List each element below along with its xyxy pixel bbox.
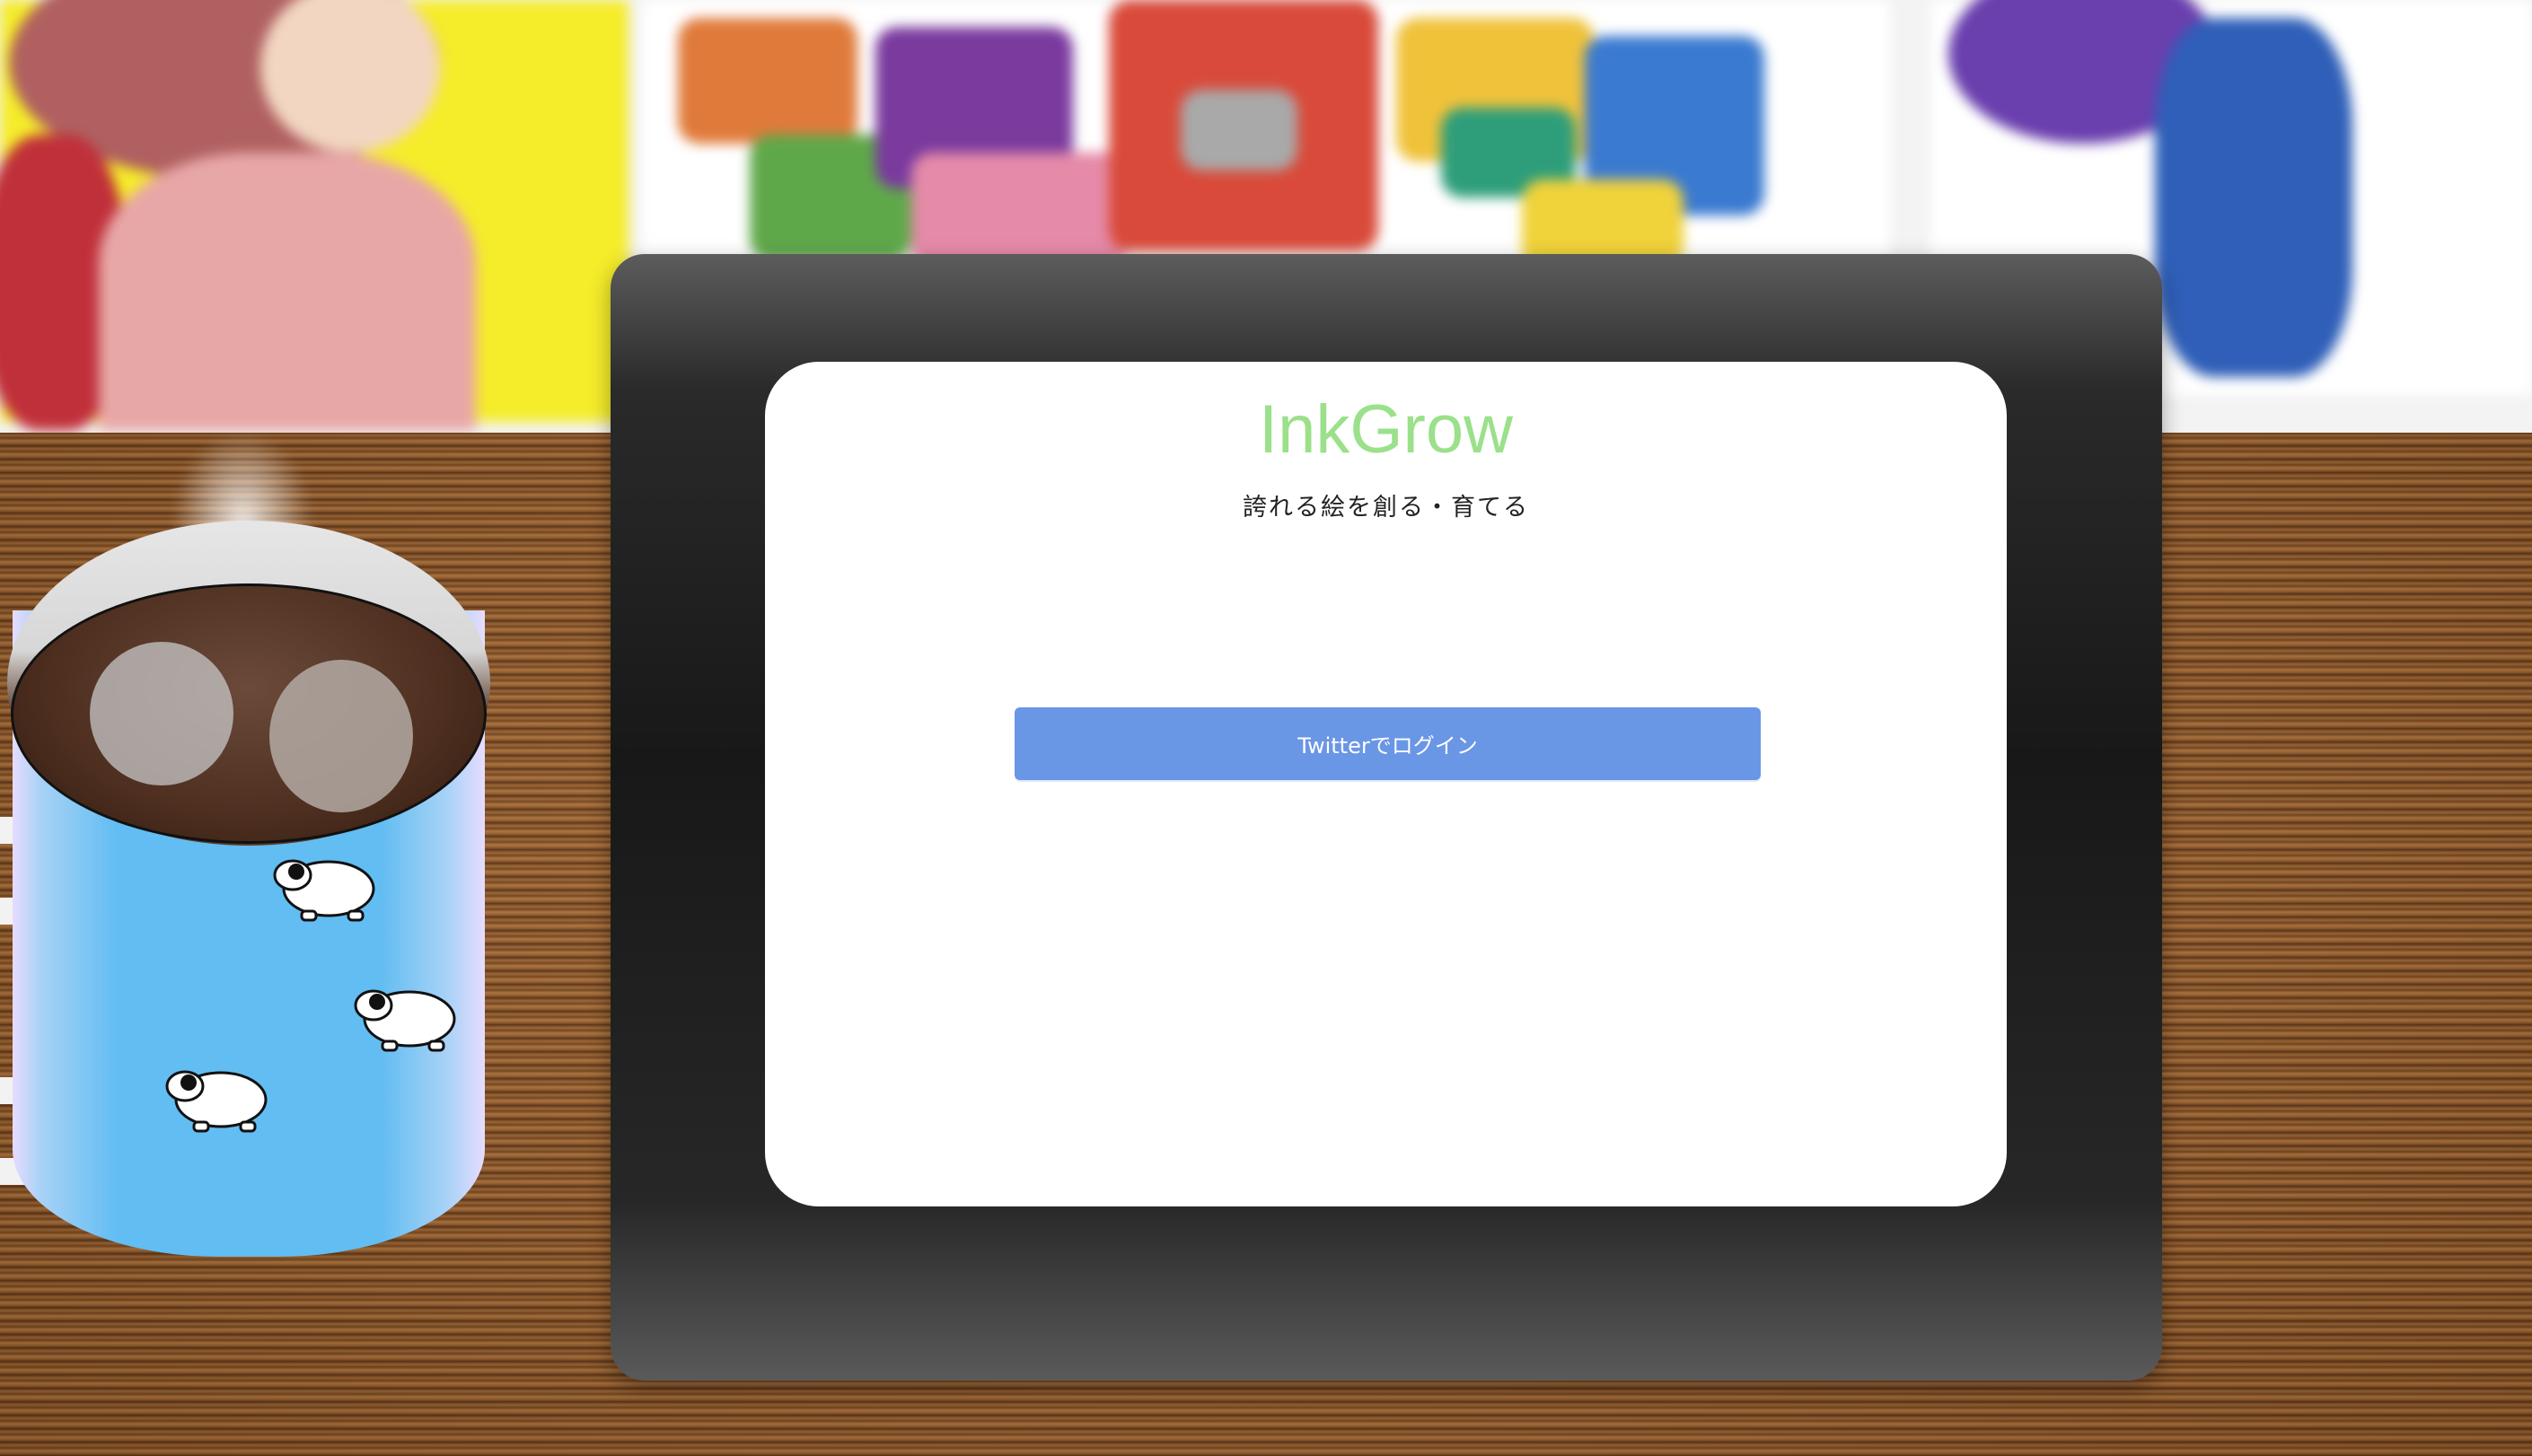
login-scene: InkGrow 誇れる絵を創る・育てる Twitterでログイン [0, 0, 2532, 1456]
poster-illustration-left [0, 0, 629, 431]
tablet-screen: InkGrow 誇れる絵を創る・育てる Twitterでログイン [765, 362, 2007, 1206]
app-tagline: 誇れる絵を創る・育てる [1243, 494, 1529, 522]
coffee-surface [11, 583, 487, 844]
coffee-swirl [90, 642, 233, 785]
app-title: InkGrow [1259, 391, 1513, 468]
sheep-icon [165, 1070, 268, 1133]
drawing-tablet: InkGrow 誇れる絵を創る・育てる Twitterでログイン [611, 254, 2162, 1381]
coffee-mug [0, 431, 503, 1275]
sheep-icon [354, 989, 456, 1052]
poster-illustration-center [642, 0, 1890, 269]
twitter-login-button[interactable]: Twitterでログイン [1015, 707, 1761, 780]
sheep-icon [273, 859, 375, 922]
coffee-swirl [269, 660, 413, 812]
